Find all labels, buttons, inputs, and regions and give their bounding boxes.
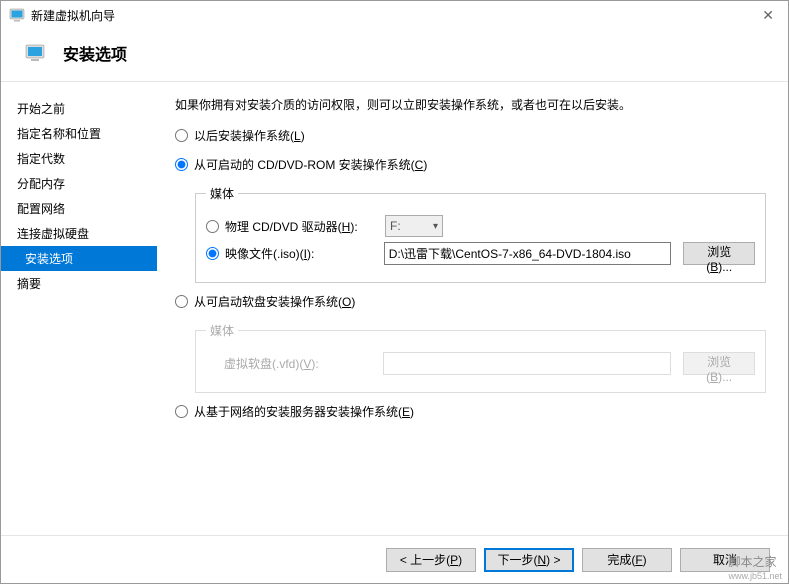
app-icon [9,8,25,22]
sidebar-step-4[interactable]: 配置网络 [1,196,157,221]
previous-button[interactable]: < 上一步(P) [386,548,476,572]
browse-vfd-button: 浏览(B)... [683,352,755,375]
radio-install-cd-label: 从可启动的 CD/DVD-ROM 安装操作系统(C) [194,156,427,173]
radio-install-cd[interactable]: 从可启动的 CD/DVD-ROM 安装操作系统(C) [175,156,766,173]
wizard-footer: < 上一步(P) 下一步(N) > 完成(F) 取消 [1,535,788,583]
radio-install-cd-input[interactable] [175,158,188,171]
watermark: 脚本之家www.jb51.net [728,553,782,581]
media-cd-group: 媒体 物理 CD/DVD 驱动器(H): F: ▾ 映像文件(.iso)(I):… [195,185,766,283]
radio-install-network-input[interactable] [175,405,188,418]
sidebar-step-6[interactable]: 安装选项 [1,246,157,271]
chevron-down-icon: ▾ [433,221,438,232]
radio-install-later-label: 以后安装操作系统(L) [194,127,305,144]
radio-install-later[interactable]: 以后安装操作系统(L) [175,127,766,144]
vfd-label: 虚拟软盘(.vfd)(V): [224,355,383,372]
iso-path-input[interactable] [384,242,672,265]
iso-label: 映像文件(.iso)(I): [225,245,384,262]
sidebar-step-0[interactable]: 开始之前 [1,96,157,121]
window-title: 新建虚拟机向导 [31,7,756,24]
content-area: 如果你拥有对安装介质的访问权限，则可以立即安装操作系统，或者也可在以后安装。 以… [157,82,788,530]
sidebar-step-5[interactable]: 连接虚拟硬盘 [1,221,157,246]
radio-iso-file[interactable] [206,247,219,260]
radio-install-network[interactable]: 从基于网络的安装服务器安装操作系统(E) [175,403,766,420]
sidebar-step-3[interactable]: 分配内存 [1,171,157,196]
media-legend: 媒体 [206,185,238,202]
browse-iso-button[interactable]: 浏览(B)... [683,242,755,265]
wizard-icon [25,44,45,62]
media-floppy-legend: 媒体 [206,322,238,339]
radio-install-floppy-label: 从可启动软盘安装操作系统(O) [194,293,355,310]
drive-select[interactable]: F: ▾ [385,215,443,237]
sidebar-step-1[interactable]: 指定名称和位置 [1,121,157,146]
wizard-steps: 开始之前指定名称和位置指定代数分配内存配置网络连接虚拟硬盘安装选项摘要 [1,82,157,530]
radio-install-floppy-input[interactable] [175,295,188,308]
close-icon[interactable]: ✕ [756,7,780,24]
finish-button[interactable]: 完成(F) [582,548,672,572]
page-title: 安装选项 [63,41,127,65]
radio-install-floppy[interactable]: 从可启动软盘安装操作系统(O) [175,293,766,310]
sidebar-step-2[interactable]: 指定代数 [1,146,157,171]
radio-physical-drive[interactable] [206,220,219,233]
media-floppy-group: 媒体 虚拟软盘(.vfd)(V): 浏览(B)... [195,322,766,393]
vfd-path-input [383,352,671,375]
next-button[interactable]: 下一步(N) > [484,548,574,572]
radio-install-later-input[interactable] [175,129,188,142]
intro-text: 如果你拥有对安装介质的访问权限，则可以立即安装操作系统，或者也可在以后安装。 [175,96,766,113]
radio-install-network-label: 从基于网络的安装服务器安装操作系统(E) [194,403,414,420]
sidebar-step-7[interactable]: 摘要 [1,271,157,296]
physical-drive-label: 物理 CD/DVD 驱动器(H): [225,218,385,235]
